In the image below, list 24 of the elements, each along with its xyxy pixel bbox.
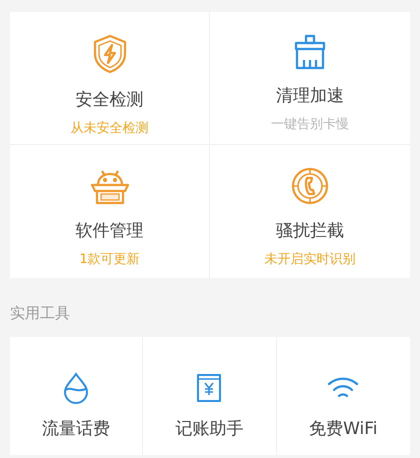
feature-tile[interactable]: 骚扰拦截 未开启实时识别: [210, 145, 410, 278]
feature-status: 从未安全检测: [70, 120, 148, 137]
phone-target-icon: [291, 167, 329, 205]
feature-title: 清理加速: [276, 85, 344, 107]
feature-status: 1款可更新: [79, 251, 140, 268]
tool-tile[interactable]: 记账助手: [143, 337, 277, 455]
feature-status: 未开启实时识别: [264, 251, 356, 268]
receipt-icon: [195, 372, 224, 404]
feature-title: 安全检测: [76, 89, 144, 111]
feature-title: 骚扰拦截: [276, 220, 344, 242]
brush-icon: [292, 34, 328, 70]
shield-lightning-icon: [92, 34, 128, 74]
section-title: 实用工具: [10, 303, 71, 324]
water-drop-icon: [62, 372, 90, 404]
feature-tile[interactable]: 安全检测 从未安全检测: [10, 12, 210, 145]
feature-tile[interactable]: 清理加速 一键告别卡慢: [210, 12, 410, 145]
feature-title: 软件管理: [76, 220, 144, 242]
tool-label: 流量话费: [42, 418, 110, 440]
tool-tile[interactable]: 免费WiFi: [276, 337, 410, 455]
feature-tile[interactable]: 软件管理 1款可更新: [10, 145, 210, 278]
tool-label: 记账助手: [175, 418, 244, 440]
tool-tile[interactable]: 流量话费: [10, 337, 144, 455]
feature-status: 一键告别卡慢: [271, 116, 349, 133]
tool-label: 免费WiFi: [309, 418, 378, 440]
